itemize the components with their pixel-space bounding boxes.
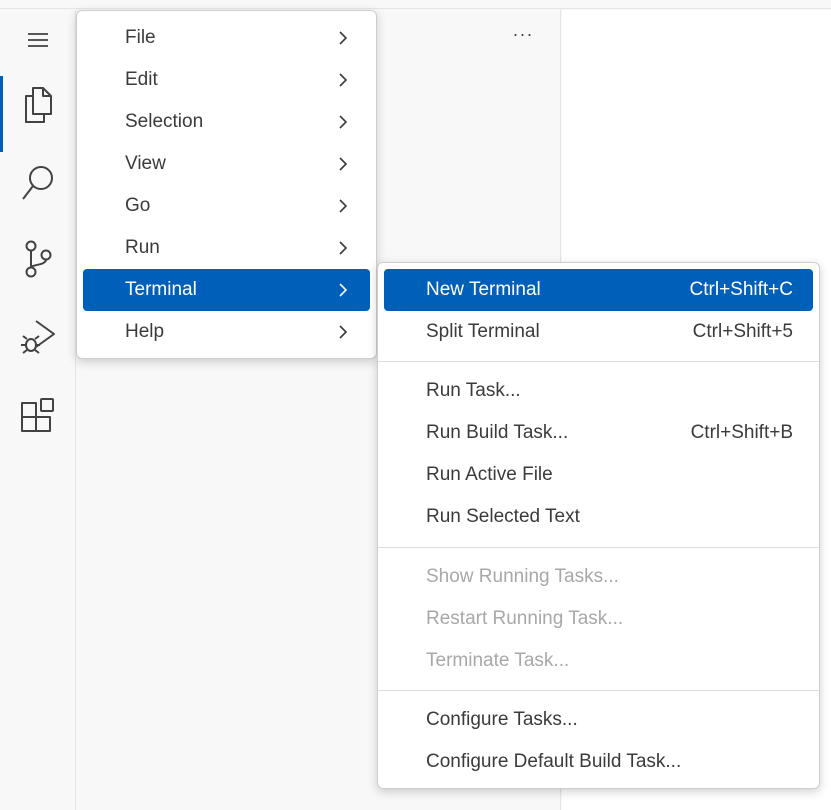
menu-item-new-terminal[interactable]: New Terminal Ctrl+Shift+C xyxy=(384,269,813,311)
shortcut-label: Ctrl+Shift+B xyxy=(690,422,793,443)
search-icon[interactable] xyxy=(0,158,76,208)
menu-separator xyxy=(378,690,819,691)
menu-item-configure-tasks[interactable]: Configure Tasks... xyxy=(384,699,813,741)
extensions-icon[interactable] xyxy=(0,392,76,440)
menu-item-run-build-task[interactable]: Run Build Task... Ctrl+Shift+B xyxy=(384,412,813,454)
menu-separator xyxy=(378,547,819,548)
menu-item-terminate-task: Terminate Task... xyxy=(426,650,570,671)
run-debug-icon[interactable] xyxy=(0,312,76,358)
menu-item-restart-running-task: Restart Running Task... xyxy=(426,608,624,629)
chevron-right-icon xyxy=(339,31,348,45)
menu-item-run[interactable]: Run xyxy=(83,227,370,269)
files-icon[interactable] xyxy=(0,78,76,130)
chevron-right-icon xyxy=(339,325,348,339)
chevron-right-icon xyxy=(339,157,348,171)
main-menu: File Edit Selection View Go Run Terminal… xyxy=(76,10,377,359)
menu-item-file[interactable]: File xyxy=(83,17,370,59)
menu-item-help[interactable]: Help xyxy=(83,311,370,353)
chevron-right-icon xyxy=(339,115,348,129)
chevron-right-icon xyxy=(339,241,348,255)
menu-item-run-task[interactable]: Run Task... xyxy=(384,370,813,412)
menu-item-run-active-file[interactable]: Run Active File xyxy=(384,454,813,496)
menu-item-go[interactable]: Go xyxy=(83,185,370,227)
shortcut-label: Ctrl+Shift+5 xyxy=(692,321,793,342)
menu-icon[interactable] xyxy=(0,20,76,60)
shortcut-label: Ctrl+Shift+C xyxy=(689,279,793,300)
menu-item-view[interactable]: View xyxy=(83,143,370,185)
menu-item-run-selected-text[interactable]: Run Selected Text xyxy=(384,496,813,538)
chevron-right-icon xyxy=(339,199,348,213)
menu-separator xyxy=(378,361,819,362)
terminal-submenu: New Terminal Ctrl+Shift+C Split Terminal… xyxy=(377,262,820,789)
menu-item-edit[interactable]: Edit xyxy=(83,59,370,101)
menu-item-selection[interactable]: Selection xyxy=(83,101,370,143)
menu-item-show-running-tasks: Show Running Tasks... xyxy=(426,566,619,587)
title-strip xyxy=(0,0,831,9)
more-actions-button[interactable]: ··· xyxy=(505,24,541,52)
menu-item-split-terminal[interactable]: Split Terminal Ctrl+Shift+5 xyxy=(384,311,813,353)
menu-item-terminal[interactable]: Terminal xyxy=(83,269,370,311)
menu-item-configure-default-build-task[interactable]: Configure Default Build Task... xyxy=(384,741,813,783)
source-control-icon[interactable] xyxy=(0,236,76,282)
chevron-right-icon xyxy=(339,73,348,87)
chevron-right-icon xyxy=(339,283,348,297)
